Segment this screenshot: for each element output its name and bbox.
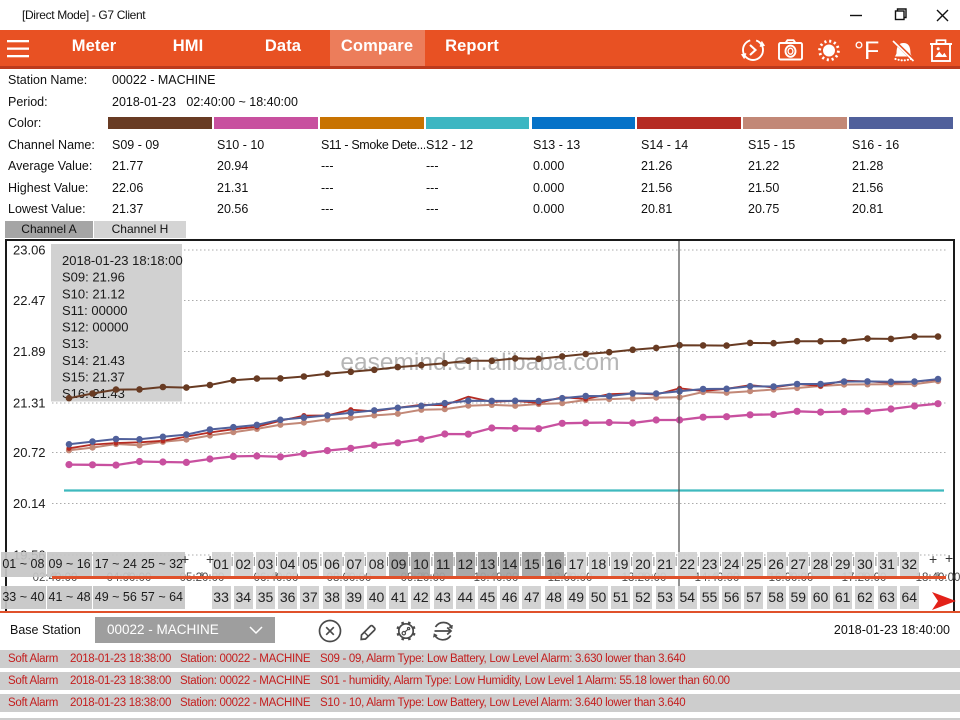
svg-text:S10: 21.12: S10: 21.12 [62,286,125,301]
svg-text:21.89: 21.89 [13,344,46,359]
svg-text:23.06: 23.06 [13,243,46,258]
svg-text:20.14: 20.14 [13,496,46,511]
svg-text:22.47: 22.47 [13,293,46,308]
svg-text:S14: 21.43: S14: 21.43 [62,353,125,368]
svg-text:S15: 21.37: S15: 21.37 [62,370,125,385]
svg-text:easemind.en.alibaba.com: easemind.en.alibaba.com [340,349,619,376]
svg-text:S12: 00000: S12: 00000 [62,320,129,335]
svg-text:°F: °F [854,39,879,65]
svg-text:2018-01-23 18:18:00: 2018-01-23 18:18:00 [62,253,183,268]
svg-text:20.72: 20.72 [13,445,46,460]
svg-text:S13:: S13: [62,336,89,351]
svg-text:S11: 00000: S11: 00000 [62,303,128,318]
svg-text:21.31: 21.31 [13,396,46,411]
svg-text:S09: 21.96: S09: 21.96 [62,270,125,285]
